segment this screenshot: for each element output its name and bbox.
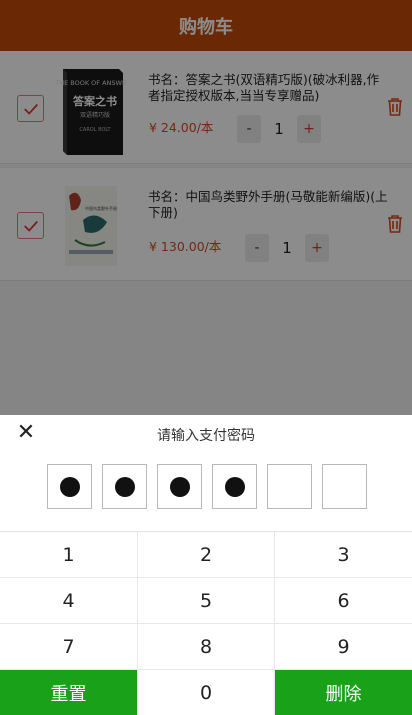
key-8[interactable]: 8	[138, 624, 275, 669]
key-2[interactable]: 2	[138, 532, 275, 577]
key-6[interactable]: 6	[275, 578, 412, 623]
delete-button[interactable]: 删除	[275, 670, 412, 715]
close-icon[interactable]: ✕	[15, 422, 37, 444]
password-slot	[322, 464, 367, 509]
numeric-keypad: 1 2 3 4 5 6 7 8 9 重置 0 删除	[0, 531, 412, 715]
key-7[interactable]: 7	[0, 624, 138, 669]
password-dot	[59, 476, 80, 497]
password-slot	[267, 464, 312, 509]
password-prompt: 请输入支付密码	[157, 428, 255, 444]
payment-password-sheet: 请输入支付密码 ✕ 1 2 3 4 5 6 7 8 9 重置 0 删除	[0, 415, 412, 715]
key-1[interactable]: 1	[0, 532, 138, 577]
password-slot	[157, 464, 202, 509]
password-dot	[169, 476, 190, 497]
key-4[interactable]: 4	[0, 578, 138, 623]
key-9[interactable]: 9	[275, 624, 412, 669]
password-slot	[102, 464, 147, 509]
password-slot	[212, 464, 257, 509]
key-0[interactable]: 0	[138, 670, 275, 715]
password-slots[interactable]	[47, 464, 377, 509]
key-5[interactable]: 5	[138, 578, 275, 623]
password-dot	[224, 476, 245, 497]
modal-backdrop[interactable]	[0, 0, 412, 415]
password-slot	[47, 464, 92, 509]
reset-button[interactable]: 重置	[0, 670, 138, 715]
key-3[interactable]: 3	[275, 532, 412, 577]
password-dot	[114, 476, 135, 497]
